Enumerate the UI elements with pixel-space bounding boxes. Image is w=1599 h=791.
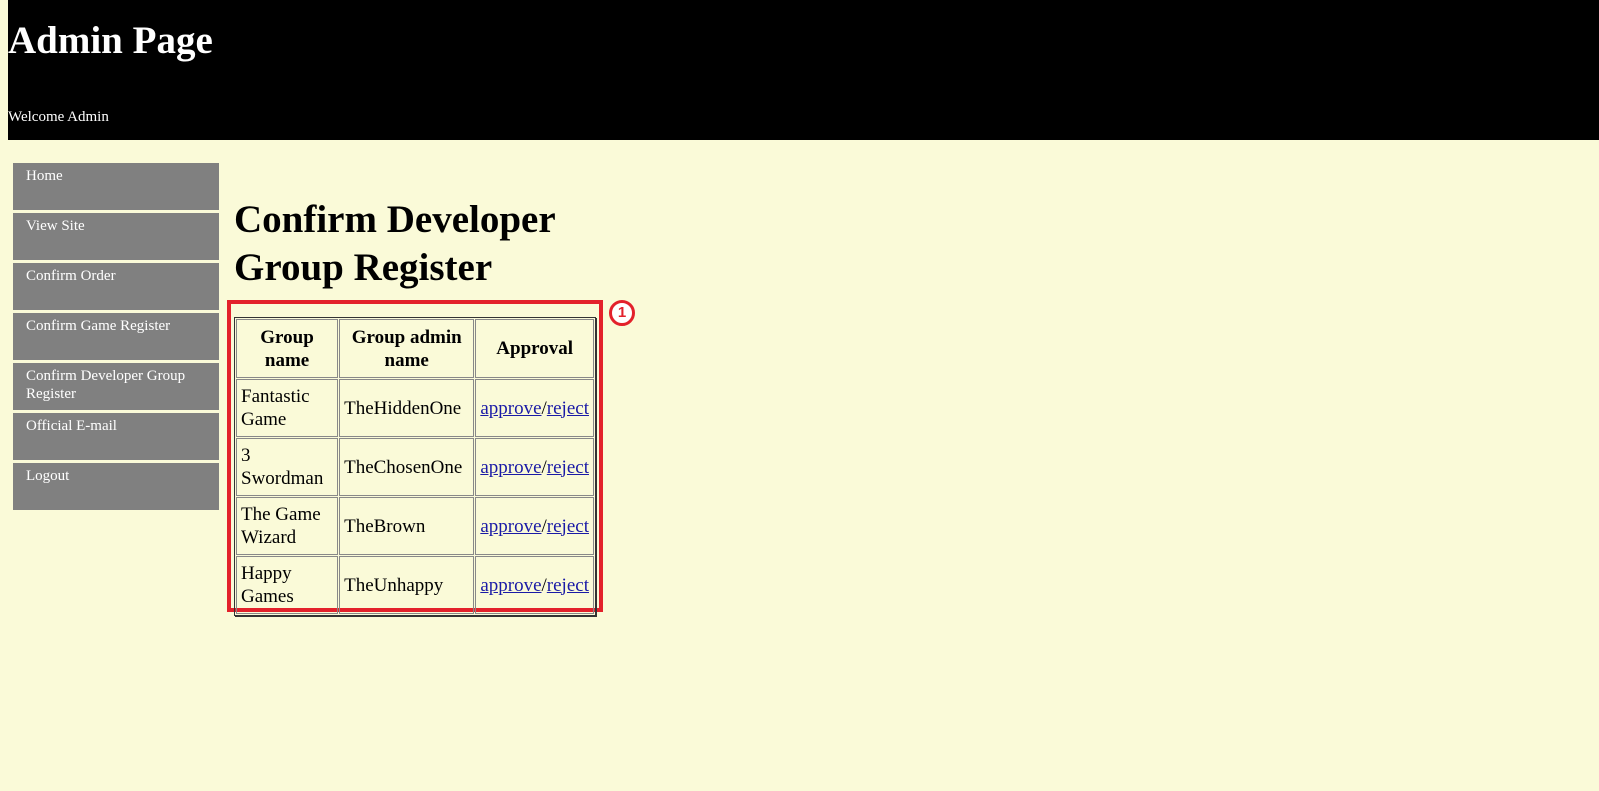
approve-link[interactable]: approve [480,575,541,596]
sidebar-item-official-email[interactable]: Official E-mail [13,413,219,460]
column-header-group-name: Group name [236,319,339,378]
approve-link[interactable]: approve [480,516,541,537]
approve-link[interactable]: approve [480,398,541,419]
table-row: Happy Games TheUnhappy approve/reject [236,556,594,614]
approve-link[interactable]: approve [480,457,541,478]
admin-name-cell: TheChosenOne [339,438,475,496]
group-name-cell: The Game Wizard [236,497,339,555]
sidebar-item-confirm-order[interactable]: Confirm Order [13,263,219,310]
welcome-text: Welcome Admin [8,109,109,125]
approval-cell: approve/reject [475,556,594,614]
page-header: Admin Page Welcome Admin [8,0,1599,140]
approval-cell: approve/reject [475,497,594,555]
group-name-cell: Happy Games [236,556,339,614]
table-row: 3 Swordman TheChosenOne approve/reject [236,438,594,496]
sidebar-item-home[interactable]: Home [13,163,219,210]
table-row: The Game Wizard TheBrown approve/reject [236,497,594,555]
admin-name-cell: TheHiddenOne [339,379,475,437]
table-row: Fantastic Game TheHiddenOne approve/reje… [236,379,594,437]
sidebar-item-view-site[interactable]: View Site [13,213,219,260]
table-header-row: Group name Group admin name Approval [236,319,594,378]
developer-group-table: Group name Group admin name Approval Fan… [234,317,596,616]
approval-cell: approve/reject [475,438,594,496]
reject-link[interactable]: reject [547,516,589,537]
column-header-group-admin-name: Group admin name [339,319,475,378]
sidebar-item-confirm-developer-group-register[interactable]: Confirm Developer Group Register [13,363,219,410]
group-name-cell: 3 Swordman [236,438,339,496]
page-header-title: Admin Page [8,19,213,62]
reject-link[interactable]: reject [547,398,589,419]
sidebar-item-confirm-game-register[interactable]: Confirm Game Register [13,313,219,360]
reject-link[interactable]: reject [547,575,589,596]
sidebar-nav: Home View Site Confirm Order Confirm Gam… [13,163,219,513]
approval-cell: approve/reject [475,379,594,437]
admin-name-cell: TheUnhappy [339,556,475,614]
admin-name-cell: TheBrown [339,497,475,555]
annotation-marker: 1 [609,300,635,326]
group-name-cell: Fantastic Game [236,379,339,437]
sidebar-item-logout[interactable]: Logout [13,463,219,510]
reject-link[interactable]: reject [547,457,589,478]
page-title: Confirm Developer Group Register [234,198,555,289]
column-header-approval: Approval [475,319,594,378]
